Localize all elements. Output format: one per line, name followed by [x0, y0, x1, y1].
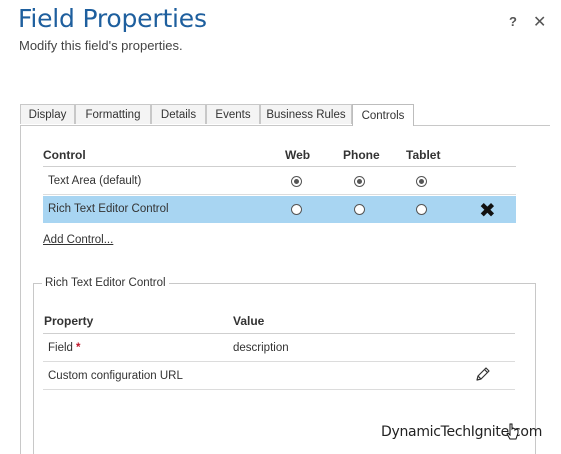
table-row[interactable]: Field * description: [43, 334, 515, 362]
column-header-phone: Phone: [343, 148, 380, 162]
table-row[interactable]: Text Area (default): [43, 168, 516, 195]
add-control-link[interactable]: Add Control...: [43, 234, 113, 246]
tab-controls[interactable]: Controls: [352, 104, 414, 126]
tab-details[interactable]: Details: [151, 104, 206, 124]
remove-control-icon[interactable]: ✖: [479, 198, 496, 223]
table-header-divider: [43, 166, 516, 167]
web-radio[interactable]: [291, 176, 302, 187]
required-marker: *: [75, 342, 81, 354]
column-header-control: Control: [43, 148, 86, 162]
column-header-web: Web: [285, 148, 311, 162]
control-name: Text Area (default): [48, 175, 142, 187]
close-button[interactable]: ✕: [533, 12, 546, 32]
property-name: Custom configuration URL: [48, 370, 183, 382]
pencil-icon[interactable]: [475, 366, 491, 387]
column-header-value: Value: [233, 314, 265, 328]
phone-radio[interactable]: [354, 176, 365, 187]
mouse-cursor-icon: [506, 423, 520, 448]
control-properties-legend: Rich Text Editor Control: [42, 277, 169, 289]
tab-formatting[interactable]: Formatting: [75, 104, 151, 124]
table-row[interactable]: Custom configuration URL: [43, 362, 515, 390]
control-name: Rich Text Editor Control: [48, 203, 169, 215]
column-header-property: Property: [44, 314, 94, 328]
property-name: Field *: [48, 342, 80, 354]
property-value[interactable]: description: [233, 342, 289, 354]
table-row-selected[interactable]: Rich Text Editor Control ✖: [43, 196, 516, 223]
dialog-subtitle: Modify this field's properties.: [19, 38, 183, 53]
tablet-radio[interactable]: [416, 176, 427, 187]
help-button[interactable]: ?: [509, 14, 517, 29]
field-properties-dialog: Field Properties Modify this field's pro…: [0, 0, 561, 454]
tablet-radio[interactable]: [416, 204, 427, 215]
tab-business-rules[interactable]: Business Rules: [260, 104, 352, 124]
property-label: Field: [48, 342, 73, 354]
column-header-tablet: Tablet: [406, 148, 441, 162]
tab-events[interactable]: Events: [206, 104, 260, 124]
tab-strip-divider: [20, 125, 550, 126]
tab-display[interactable]: Display: [20, 104, 75, 124]
web-radio[interactable]: [291, 204, 302, 215]
phone-radio[interactable]: [354, 204, 365, 215]
dialog-title: Field Properties: [18, 4, 207, 33]
tab-panel-border: [20, 125, 21, 454]
